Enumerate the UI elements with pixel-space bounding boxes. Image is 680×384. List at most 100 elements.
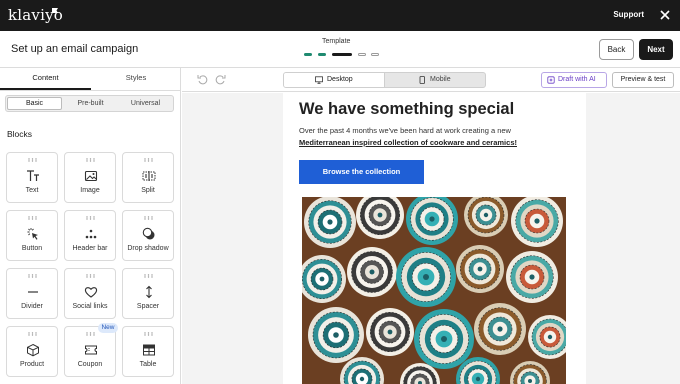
drag-handle-icon — [144, 274, 153, 278]
drag-handle-icon — [86, 332, 95, 336]
new-badge: New — [98, 323, 118, 333]
button-cursor-icon — [27, 228, 38, 240]
block-social-links[interactable]: Social links — [64, 268, 116, 319]
drag-handle-icon — [144, 216, 153, 220]
top-bar: klaviyo Support — [0, 0, 680, 31]
block-label: Table — [139, 361, 157, 368]
block-label: Product — [19, 361, 45, 368]
bowl — [506, 251, 558, 303]
bowl — [308, 307, 364, 363]
logo-flag-icon — [52, 8, 58, 13]
block-label: Header bar — [72, 245, 108, 252]
block-label: Drop shadow — [127, 245, 169, 252]
block-button[interactable]: Button — [6, 210, 58, 261]
block-label: Coupon — [77, 361, 103, 368]
block-label: Text — [25, 187, 39, 194]
drag-handle-icon — [86, 216, 95, 220]
bowl — [511, 197, 563, 247]
next-button[interactable]: Next — [639, 39, 673, 60]
drag-handle-icon — [28, 158, 37, 162]
email-preview: We have something special Over the past … — [283, 93, 586, 384]
bowl — [474, 303, 526, 355]
progress-stepper — [304, 53, 384, 57]
block-product[interactable]: Product — [6, 326, 58, 377]
undo-icon[interactable] — [197, 74, 208, 85]
ceramic-bowls-photo[interactable] — [302, 197, 566, 384]
spacer-icon — [146, 285, 152, 299]
step-upcoming — [358, 53, 366, 56]
back-button[interactable]: Back — [599, 39, 634, 60]
bowl — [366, 308, 414, 356]
table-icon — [143, 344, 155, 356]
redo-icon[interactable] — [215, 74, 226, 85]
image-icon — [84, 170, 98, 182]
heart-icon — [84, 287, 98, 298]
product-box-icon — [27, 343, 39, 357]
coupon-icon — [85, 345, 97, 355]
block-image[interactable]: Image — [64, 152, 116, 203]
text-icon — [27, 170, 39, 181]
step-current — [332, 53, 352, 56]
drag-handle-icon — [28, 216, 37, 220]
block-text[interactable]: Text — [6, 152, 58, 203]
browse-collection-button[interactable]: Browse the collection — [299, 160, 424, 184]
stepper-label: Template — [322, 38, 351, 45]
drag-handle-icon — [86, 158, 95, 162]
block-header-bar[interactable]: Header bar — [64, 210, 116, 261]
block-label: Divider — [21, 303, 43, 310]
step-upcoming — [371, 53, 379, 56]
desktop-label: Desktop — [327, 76, 353, 83]
blocks-heading: Blocks — [7, 129, 33, 139]
bowl — [347, 247, 397, 297]
mobile-label: Mobile — [430, 76, 451, 83]
drop-shadow-icon — [142, 227, 155, 240]
mobile-icon — [419, 76, 425, 84]
step-completed — [304, 53, 312, 56]
block-label: Split — [141, 187, 155, 194]
app-root: klaviyo Support Set up an email campaign… — [0, 0, 680, 384]
drag-handle-icon — [144, 332, 153, 336]
drag-handle-icon — [28, 332, 37, 336]
tab-styles[interactable]: Styles — [91, 68, 181, 90]
block-drop-shadow[interactable]: Drop shadow — [122, 210, 174, 261]
block-coupon[interactable]: Coupon — [64, 326, 116, 377]
email-body-text[interactable]: Over the past 4 months we've been hard a… — [299, 126, 511, 135]
desktop-view-button[interactable]: Desktop — [284, 73, 385, 87]
drag-handle-icon — [144, 158, 153, 162]
bowl — [396, 247, 456, 307]
drag-handle-icon — [28, 274, 37, 278]
block-label: Button — [21, 245, 43, 252]
block-table[interactable]: Table — [122, 326, 174, 377]
split-icon — [142, 171, 156, 181]
step-completed — [318, 53, 326, 56]
tab-divider — [0, 90, 180, 91]
segment-basic[interactable]: Basic — [7, 97, 62, 110]
preview-and-test-button[interactable]: Preview & test — [612, 72, 674, 88]
desktop-icon — [315, 76, 323, 84]
mobile-view-button[interactable]: Mobile — [385, 73, 485, 87]
blocks-panel: Content Styles Basic Pre-built Universal… — [0, 68, 181, 384]
segment-universal[interactable]: Universal — [118, 97, 173, 110]
tab-content[interactable]: Content — [0, 68, 91, 90]
device-view-toggle: Desktop Mobile — [283, 72, 486, 88]
block-label: Social links — [72, 303, 108, 310]
draft-with-ai-button[interactable]: Draft with AI — [541, 72, 607, 88]
email-canvas: We have something special Over the past … — [182, 93, 680, 384]
block-label: Spacer — [136, 303, 160, 310]
block-split[interactable]: Split — [122, 152, 174, 203]
close-icon[interactable] — [658, 8, 672, 22]
support-link[interactable]: Support — [613, 10, 644, 19]
divider-icon — [28, 291, 38, 293]
block-divider[interactable]: Divider — [6, 268, 58, 319]
block-spacer[interactable]: Spacer — [122, 268, 174, 319]
email-body-link[interactable]: Mediterranean inspired collection of coo… — [299, 138, 517, 147]
bowl — [304, 197, 356, 248]
draft-with-ai-label: Draft with AI — [558, 76, 596, 83]
block-label: Image — [80, 187, 100, 194]
bowl — [414, 309, 474, 369]
header-bar-icon — [85, 229, 97, 239]
editor-toolbar: Desktop Mobile Draft with AI Preview & t… — [182, 68, 680, 92]
block-library-switch: Basic Pre-built Universal — [5, 95, 174, 112]
segment-pre-built[interactable]: Pre-built — [63, 97, 118, 110]
email-headline[interactable]: We have something special — [299, 100, 514, 119]
